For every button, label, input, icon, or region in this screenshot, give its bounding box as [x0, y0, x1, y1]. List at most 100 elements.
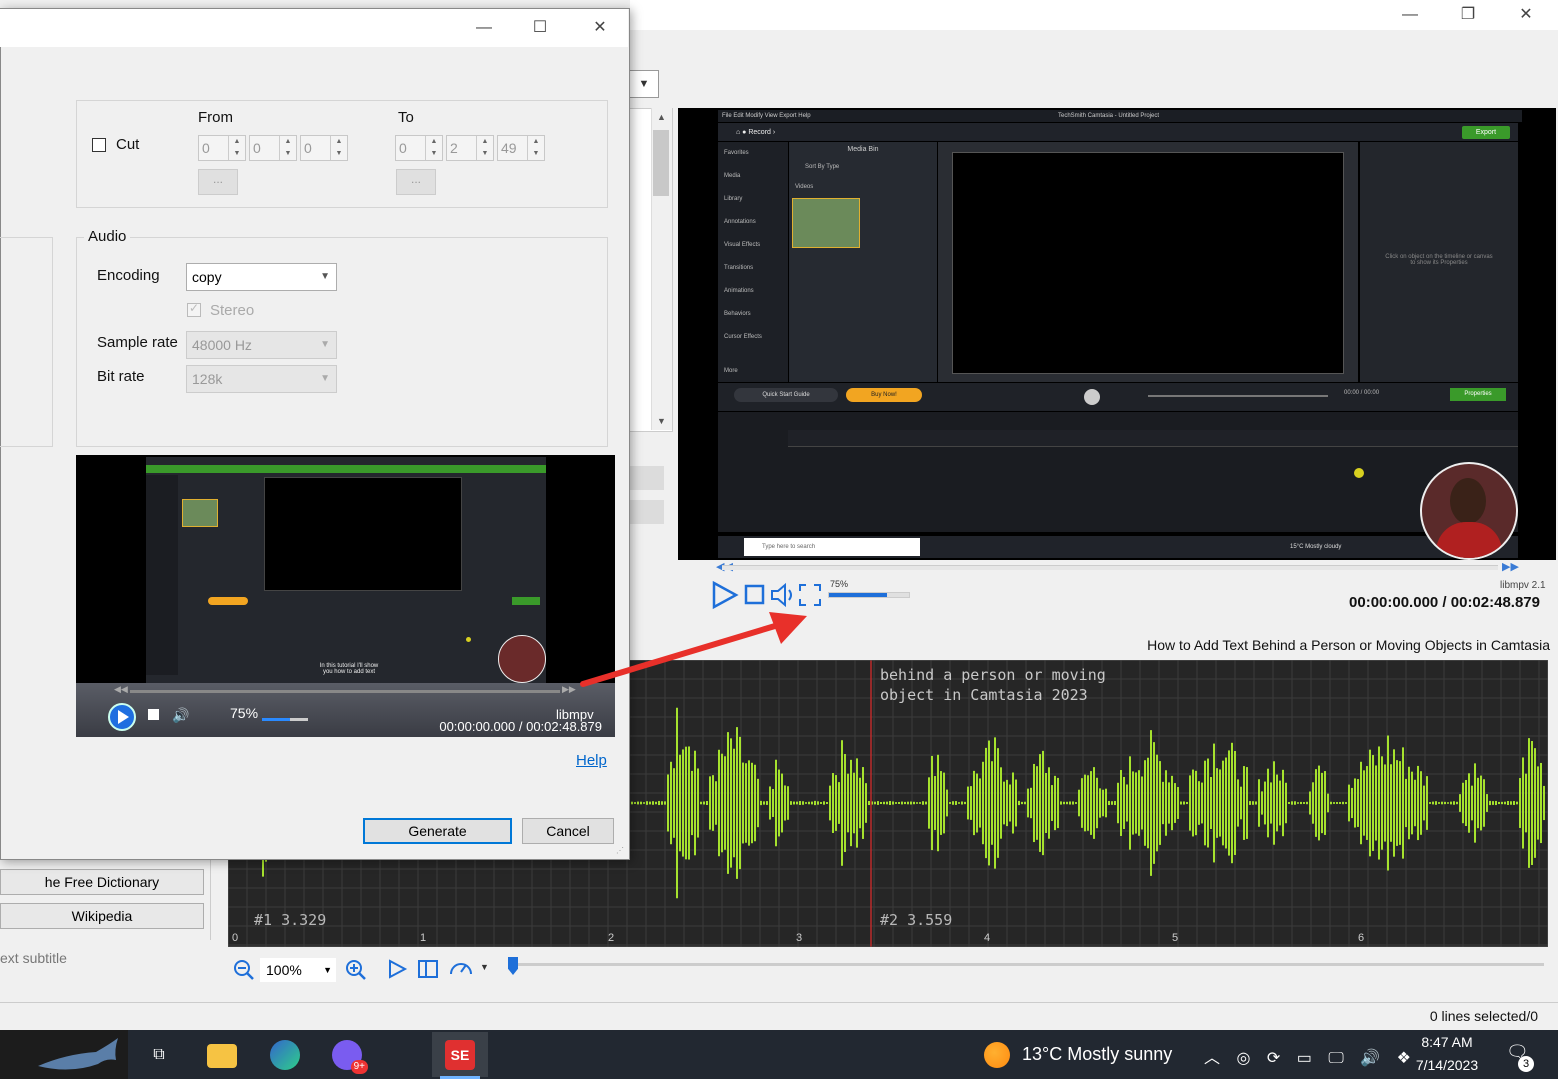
dropbox-icon[interactable]: ❖ — [1397, 1050, 1411, 1067]
stereo-label: Stereo — [210, 302, 255, 319]
stereo-checkbox[interactable]: ✓ — [187, 301, 201, 317]
playback-speed-icon[interactable] — [448, 956, 474, 980]
checkmark-icon: ✓ — [189, 301, 200, 315]
from-minutes-spinner[interactable]: 0 ▲ ▼ — [249, 135, 297, 161]
preview-rewind-icon[interactable]: ◀◀ — [114, 684, 128, 695]
slider-thumb[interactable] — [508, 957, 518, 975]
hidden-button[interactable] — [630, 466, 664, 490]
generate-button[interactable]: Generate — [363, 818, 512, 844]
file-explorer-icon[interactable] — [207, 1044, 237, 1068]
discord-icon[interactable]: 9+ — [332, 1040, 368, 1074]
preview-forward-icon[interactable]: ▶▶ — [562, 684, 576, 695]
wikipedia-button[interactable]: Wikipedia — [0, 903, 204, 929]
main-restore-button[interactable]: ❐ — [1448, 4, 1488, 26]
weather-text[interactable]: 13°C Mostly sunny — [1022, 1044, 1172, 1065]
preview-volume-icon[interactable]: 🔊 — [172, 707, 189, 724]
from-seconds-spinner[interactable]: 0 ▲ ▼ — [300, 135, 348, 161]
spinner-arrows-icon[interactable]: ▲ ▼ — [425, 136, 442, 160]
spinner-value: 2 — [450, 140, 458, 156]
preview-play-icon[interactable] — [108, 703, 136, 731]
resize-grip-icon[interactable]: ⋰ — [616, 846, 624, 855]
to-minutes-spinner[interactable]: 2 ▲ ▼ — [446, 135, 494, 161]
encoding-select[interactable]: copy ▼ — [186, 263, 337, 291]
zoom-out-icon[interactable] — [232, 958, 256, 982]
seek-bar[interactable] — [722, 565, 1498, 570]
camtasia-toolbar — [718, 123, 1518, 141]
camtasia-export: Export — [1462, 126, 1510, 139]
from-hours-spinner[interactable]: 0 ▲ ▼ — [198, 135, 246, 161]
to-browse-button[interactable]: ... — [396, 169, 436, 195]
waveform-subtitle-text: behind a person or moving object in Camt… — [880, 665, 1106, 705]
task-view-icon[interactable]: ⧉ — [144, 1040, 174, 1070]
bit-rate-select[interactable]: 128k ▼ — [186, 365, 337, 393]
toggle-spectrogram-icon[interactable] — [416, 958, 440, 980]
preview-stop-icon[interactable] — [148, 709, 159, 720]
segment-label: #1 3.329 — [254, 911, 327, 929]
waveform-position-slider[interactable] — [508, 963, 1544, 966]
sync-icon[interactable]: ⟳ — [1267, 1050, 1280, 1067]
preview-camtasia: In this tutorial I'll show you how to add… — [146, 457, 546, 683]
left-panel: he Free Dictionary Wikipedia — [0, 860, 228, 1000]
battery-icon[interactable]: ▭ — [1297, 1050, 1312, 1067]
sample-rate-select[interactable]: 48000 Hz ▼ — [186, 331, 337, 359]
system-tray[interactable]: ︿ ◎ ⟳ ▭ 🖵 🔊 ❖ — [1204, 1044, 1411, 1068]
weather-sun-icon[interactable] — [984, 1042, 1010, 1068]
free-dictionary-button[interactable]: he Free Dictionary — [0, 869, 204, 895]
dropdown-arrow-icon[interactable]: ▼ — [630, 70, 659, 98]
cancel-button[interactable]: Cancel — [522, 818, 614, 844]
spinner-arrows-icon[interactable]: ▲ ▼ — [279, 136, 296, 160]
camtasia-play-icon — [1084, 389, 1100, 405]
sort-by: Sort By Type — [805, 164, 840, 170]
preview-seek-bar[interactable] — [130, 690, 560, 693]
webcam-icon[interactable]: ◎ — [1236, 1050, 1250, 1067]
clock-date[interactable]: 7/14/2023 — [1410, 1057, 1484, 1073]
preview-volume-label: 75% — [230, 705, 259, 721]
fast-forward-icon[interactable]: ▶▶ — [1502, 560, 1519, 573]
subtitle-edit-icon[interactable]: SE — [445, 1040, 475, 1070]
camtasia-canvas — [952, 152, 1344, 374]
sample-rate-value: 48000 Hz — [192, 337, 252, 353]
zoom-in-icon[interactable] — [344, 958, 368, 982]
side-item: Library — [724, 196, 743, 202]
main-minimize-button[interactable]: — — [1390, 4, 1430, 26]
tick-label: 4 — [984, 932, 991, 944]
chevron-down-icon: ▼ — [320, 271, 330, 282]
main-close-button[interactable]: ✕ — [1506, 4, 1546, 26]
hidden-button[interactable] — [630, 500, 664, 524]
clock-time[interactable]: 8:47 AM — [1414, 1034, 1480, 1050]
chevron-down-icon: ▼ — [323, 965, 332, 975]
from-browse-button[interactable]: ... — [198, 169, 238, 195]
edge-icon[interactable] — [270, 1040, 300, 1070]
spinner-arrows-icon[interactable]: ▲ ▼ — [527, 136, 544, 160]
camtasia-scrubber — [1148, 395, 1328, 397]
spinner-arrows-icon[interactable]: ▲ ▼ — [228, 136, 245, 160]
spinner-arrows-icon[interactable]: ▲ ▼ — [330, 136, 347, 160]
dialog-minimize-button[interactable]: — — [464, 17, 504, 39]
chevron-down-icon: ▼ — [320, 373, 330, 384]
dialog-titlebar: — ☐ ✕ — [0, 9, 628, 47]
cut-checkbox[interactable] — [92, 138, 106, 152]
network-icon[interactable]: 🖵 — [1328, 1050, 1343, 1067]
tick-label: 1 — [420, 932, 427, 944]
preview-caption: In this tutorial I'll show you how to add… — [314, 663, 384, 675]
chevron-up-icon[interactable]: ︿ — [1204, 1050, 1220, 1067]
speaker-icon[interactable]: 🔊 — [1360, 1050, 1380, 1067]
spinner-arrows-icon[interactable]: ▲ ▼ — [476, 136, 493, 160]
dialog-maximize-button[interactable]: ☐ — [520, 17, 560, 39]
from-label: From — [198, 109, 233, 126]
tick-label: 5 — [1172, 932, 1179, 944]
media-bin-title: Media Bin — [847, 146, 879, 153]
to-seconds-spinner[interactable]: 49 ▲ ▼ — [497, 135, 545, 161]
zoom-select[interactable]: 100% ▼ — [260, 958, 336, 982]
segment-label: #2 3.559 — [880, 911, 953, 929]
dialog-close-button[interactable]: ✕ — [580, 17, 620, 39]
video-title: How to Add Text Behind a Person or Movin… — [1147, 637, 1550, 653]
status-divider — [0, 1002, 1558, 1003]
help-link[interactable]: Help — [576, 752, 607, 769]
to-hours-spinner[interactable]: 0 ▲ ▼ — [395, 135, 443, 161]
chevron-down-icon[interactable]: ▼ — [480, 962, 489, 972]
side-item: Media — [724, 173, 741, 179]
scrollbar-thumb[interactable] — [653, 130, 669, 196]
side-item: Favorites — [724, 150, 749, 156]
play-selection-icon[interactable] — [386, 958, 408, 980]
